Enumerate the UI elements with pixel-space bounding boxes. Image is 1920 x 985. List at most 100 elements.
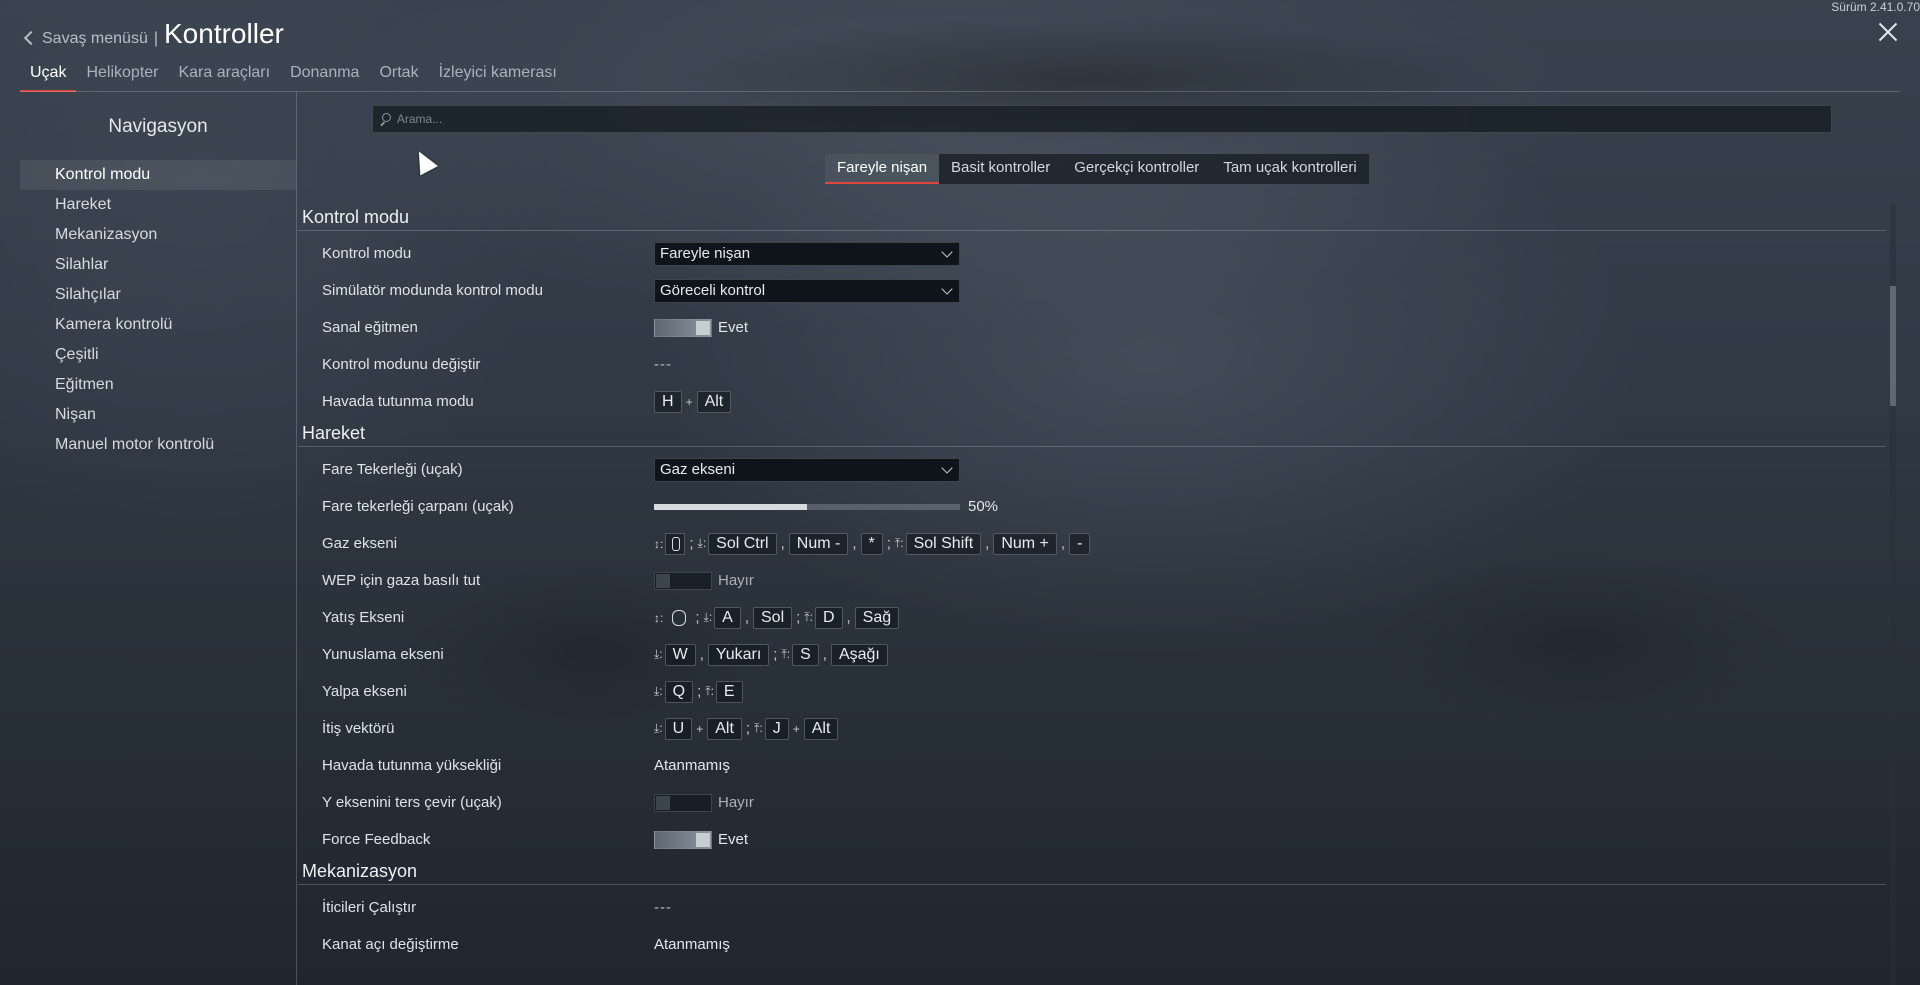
close-icon[interactable] xyxy=(1878,22,1898,42)
setting-row[interactable]: Havada tutunma modu H + Alt xyxy=(298,383,1886,420)
key: Sağ xyxy=(854,606,900,629)
simulator-mode-select[interactable]: Göreceli kontrol xyxy=(654,278,960,303)
header: Savaş menüsü | Kontroller xyxy=(23,18,284,54)
sidebar-item-manuel-motor[interactable]: Manuel motor kontrolü xyxy=(20,430,296,460)
separator: , xyxy=(846,609,851,626)
key-binding[interactable]: ⤓: Q ; ⤒: E xyxy=(654,680,743,703)
tab-fareyle-nisan[interactable]: Fareyle nişan xyxy=(825,154,940,184)
setting-row[interactable]: Gaz ekseni ↕: ; ⤓: Sol Ctrl , Num - , * … xyxy=(298,525,1886,562)
setting-label: Kontrol modunu değiştir xyxy=(322,356,481,373)
setting-row[interactable]: Kanat açı değiştirme Atanmamış xyxy=(298,926,1886,963)
tab-izleyici-kamerasi[interactable]: İzleyici kamerası xyxy=(429,62,567,92)
sidebar-item-egitmen[interactable]: Eğitmen xyxy=(20,370,296,400)
setting-row[interactable]: Kontrol modunu değiştir --- xyxy=(298,346,1886,383)
scrollbar[interactable] xyxy=(1890,204,1896,985)
setting-row[interactable]: Force Feedback Evet xyxy=(298,821,1886,858)
axis-up-icon: ⤒: xyxy=(705,684,714,698)
tab-ortak[interactable]: Ortak xyxy=(369,62,428,92)
tab-gercekci-kontroller[interactable]: Gerçekçi kontroller xyxy=(1062,154,1211,184)
separator: ; xyxy=(695,609,700,626)
key-binding[interactable]: ↕: ; ⤓: Sol Ctrl , Num - , * ; ⤒: Sol Sh… xyxy=(654,532,1091,555)
axis-both-icon: ↕: xyxy=(654,610,664,625)
scroll-thumb[interactable] xyxy=(1890,286,1896,406)
setting-row[interactable]: WEP için gaza basılı tut Hayır xyxy=(298,562,1886,599)
force-feedback-toggle[interactable] xyxy=(654,830,712,849)
sidebar-item-silahcilar[interactable]: Silahçılar xyxy=(20,280,296,310)
key: U xyxy=(664,717,693,740)
slider-fill xyxy=(654,503,807,510)
setting-row[interactable]: Yunuslama ekseni ⤓: W , Yukarı ; ⤒: S , … xyxy=(298,636,1886,673)
axis-up-icon: ⤒: xyxy=(781,647,791,661)
slider-value: 50% xyxy=(968,498,999,515)
tab-donanma[interactable]: Donanma xyxy=(280,62,369,92)
unassigned-binding[interactable]: --- xyxy=(654,899,672,916)
separator: , xyxy=(744,609,749,626)
mouse-wheel-select[interactable]: Gaz ekseni xyxy=(654,457,960,482)
setting-row[interactable]: Sanal eğitmen Evet xyxy=(298,309,1886,346)
separator: ; xyxy=(697,683,702,700)
sidebar-item-cesitli[interactable]: Çeşitli xyxy=(20,340,296,370)
page-title: Kontroller xyxy=(164,18,284,49)
setting-label: Gaz ekseni xyxy=(322,535,398,552)
tab-basit-kontroller[interactable]: Basit kontroller xyxy=(939,154,1062,184)
key: Num - xyxy=(788,532,849,555)
tab-tam-ucak-kontrolleri[interactable]: Tam uçak kontrolleri xyxy=(1211,154,1368,184)
separator: ; xyxy=(745,720,751,737)
sidebar-item-mekanizasyon[interactable]: Mekanizasyon xyxy=(20,220,296,250)
plus-sign: + xyxy=(696,721,704,736)
separator: ; xyxy=(773,646,778,663)
unassigned-binding[interactable]: Atanmamış xyxy=(654,936,730,953)
back-button[interactable]: Savaş menüsü xyxy=(23,30,148,48)
invert-y-toggle[interactable] xyxy=(654,793,712,812)
tab-ucak[interactable]: Uçak xyxy=(20,62,77,92)
separator: , xyxy=(852,535,857,552)
vehicle-tabs: Uçak Helikopter Kara araçları Donanma Or… xyxy=(20,62,567,92)
virtual-instructor-toggle[interactable] xyxy=(654,318,712,337)
axis-both-icon: ↕: xyxy=(654,536,664,551)
sidebar-item-silahlar[interactable]: Silahlar xyxy=(20,250,296,280)
setting-row[interactable]: Kontrol modu Fareyle nişan xyxy=(298,235,1886,272)
separator: , xyxy=(985,535,990,552)
search-input[interactable] xyxy=(396,112,1831,126)
key-binding[interactable]: ↕: ; ⤓: A , Sol ; ⤒: D , Sağ xyxy=(654,606,900,629)
sidebar-item-hareket[interactable]: Hareket xyxy=(20,190,296,220)
setting-row[interactable]: İtiş vektörü ⤓: U + Alt ; ⤒: J + Alt xyxy=(298,710,1886,747)
setting-row[interactable]: Yalpa ekseni ⤓: Q ; ⤒: E xyxy=(298,673,1886,710)
key: Sol xyxy=(753,606,793,629)
key-binding[interactable]: ⤓: U + Alt ; ⤒: J + Alt xyxy=(654,717,839,740)
search-bar xyxy=(372,105,1832,133)
wheel-multiplier-slider[interactable] xyxy=(654,503,960,510)
unassigned-binding[interactable]: Atanmamış xyxy=(654,757,730,774)
sidebar-item-kontrol-modu[interactable]: Kontrol modu xyxy=(20,160,296,190)
settings-list: Kontrol modu Kontrol modu Fareyle nişan … xyxy=(298,204,1886,985)
setting-row[interactable]: Yatış Ekseni ↕: ; ⤓: A , Sol ; ⤒: D , Sa… xyxy=(298,599,1886,636)
setting-label: İtiş vektörü xyxy=(322,720,395,737)
setting-label: Force Feedback xyxy=(322,831,431,848)
toggle-knob xyxy=(656,795,670,810)
axis-down-icon: ⤓: xyxy=(697,536,707,550)
key-binding[interactable]: ⤓: W , Yukarı ; ⤒: S , Aşağı xyxy=(654,643,888,666)
wep-toggle[interactable] xyxy=(654,571,712,590)
setting-row[interactable]: Fare Tekerleği (uçak) Gaz ekseni xyxy=(298,451,1886,488)
setting-row[interactable]: Fare tekerleği çarpanı (uçak) 50% xyxy=(298,488,1886,525)
control-mode-select[interactable]: Fareyle nişan xyxy=(654,241,960,266)
toggle-knob xyxy=(696,320,710,335)
sidebar-item-kamera-kontrolu[interactable]: Kamera kontrolü xyxy=(20,310,296,340)
tab-kara-araclari[interactable]: Kara araçları xyxy=(168,62,280,92)
toggle-state: Hayır xyxy=(718,572,754,589)
header-separator: | xyxy=(153,30,158,47)
key: Sol Shift xyxy=(905,532,982,555)
setting-row[interactable]: İticileri Çalıştır --- xyxy=(298,889,1886,926)
mouse-axis-icon xyxy=(665,607,691,629)
setting-row[interactable]: Simülatör modunda kontrol modu Göreceli … xyxy=(298,272,1886,309)
unassigned-binding[interactable]: --- xyxy=(654,356,672,373)
setting-label: Havada tutunma yüksekliği xyxy=(322,757,502,774)
sidebar-item-nisan[interactable]: Nişan xyxy=(20,400,296,430)
setting-row[interactable]: Y eksenini ters çevir (uçak) Hayır xyxy=(298,784,1886,821)
setting-row[interactable]: Havada tutunma yüksekliği Atanmamış xyxy=(298,747,1886,784)
control-mode-tabs: Fareyle nişan Basit kontroller Gerçekçi … xyxy=(825,154,1369,184)
key-binding[interactable]: H + Alt xyxy=(654,390,732,413)
separator: ; xyxy=(689,535,694,552)
select-value: Göreceli kontrol xyxy=(660,282,766,299)
tab-helikopter[interactable]: Helikopter xyxy=(76,62,168,92)
